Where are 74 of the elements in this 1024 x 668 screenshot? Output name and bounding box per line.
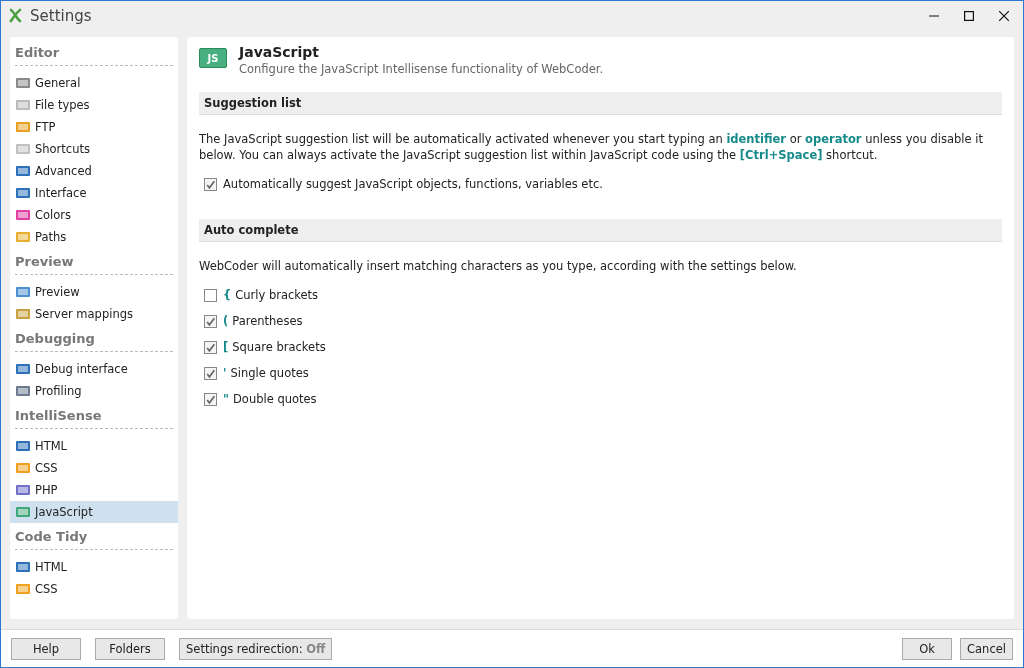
dialog-button[interactable]: Cancel: [960, 637, 1013, 660]
sidebar-item-icon: [15, 460, 31, 476]
page-subtitle: Configure the JavaScript Intellisense functionality of WebCoder.: [239, 62, 604, 76]
bracket-symbol: ": [223, 392, 229, 406]
checkbox[interactable]: [204, 366, 217, 380]
sidebar-item[interactable]: JavaScript: [10, 501, 178, 523]
footer-button[interactable]: Help: [11, 637, 81, 660]
checkbox-label: Automatically suggest JavaScript objects, functions, variables etc.: [223, 177, 603, 191]
section-description: The JavaScript suggestion list will be automatically activated whenever you start typing an identifier or operator unless you disable it below. You can always activate the JavaScript suggestion list within JavaScript code using the [Ctrl+Space] shortcut.: [199, 131, 984, 163]
sidebar-item-icon: [15, 504, 31, 520]
sidebar-item-icon: [15, 163, 31, 179]
sidebar-group-title: IntelliSense: [15, 408, 173, 429]
checkbox-label: Single quotes: [230, 366, 309, 380]
sidebar-item[interactable]: File types: [10, 94, 178, 116]
sidebar-item[interactable]: HTML: [10, 435, 178, 457]
checkbox-label: Double quotes: [233, 392, 317, 406]
sidebar-item[interactable]: General: [10, 72, 178, 94]
sidebar-group-title: Preview: [15, 254, 173, 275]
sidebar-item-icon: [15, 75, 31, 91]
sidebar-item-icon: [15, 119, 31, 135]
dialog-button[interactable]: Ok: [902, 637, 953, 660]
sidebar-item-icon: [15, 559, 31, 575]
sidebar-item-icon: [15, 438, 31, 454]
sidebar-item-icon: [15, 284, 31, 300]
sidebar-item[interactable]: HTML: [10, 556, 178, 578]
sidebar-item[interactable]: Profiling: [10, 380, 178, 402]
sidebar-item[interactable]: Server mappings: [10, 303, 178, 325]
checkbox[interactable]: [204, 392, 217, 406]
close-icon[interactable]: [999, 10, 1009, 21]
sidebar-item[interactable]: CSS: [10, 457, 178, 479]
sidebar-item[interactable]: Colors: [10, 204, 178, 226]
checkbox[interactable]: [204, 340, 217, 354]
footer-button[interactable]: Settings redirection: Off: [179, 637, 333, 660]
sidebar-item-icon: [15, 482, 31, 498]
checkbox-label: Parentheses: [232, 314, 303, 328]
window-title: Settings: [30, 6, 92, 25]
app-logo-icon: [7, 7, 24, 24]
sidebar-item[interactable]: Advanced: [10, 160, 178, 182]
bracket-symbol: {: [223, 288, 232, 302]
sidebar-item-icon: [15, 97, 31, 113]
section-header: Auto complete: [199, 219, 1002, 242]
sidebar-item[interactable]: Debug interface: [10, 358, 178, 380]
sidebar-item[interactable]: PHP: [10, 479, 178, 501]
sidebar-item-icon: [15, 581, 31, 597]
sidebar-item[interactable]: CSS: [10, 578, 178, 600]
sidebar-group-title: Debugging: [15, 331, 173, 352]
sidebar-item[interactable]: Shortcuts: [10, 138, 178, 160]
checkbox-label: Square brackets: [232, 340, 326, 354]
sidebar-item-icon: [15, 185, 31, 201]
sidebar-item[interactable]: Paths: [10, 226, 178, 248]
sidebar-item-icon: [15, 383, 31, 399]
checkbox[interactable]: [204, 314, 217, 328]
sidebar-item-icon: [15, 141, 31, 157]
sidebar-item-icon: [15, 361, 31, 377]
sidebar-item-icon: [15, 306, 31, 322]
page-title: JavaScript: [239, 44, 321, 60]
section-description: WebCoder will automatically insert matching characters as you type, according with the settings below.: [199, 258, 798, 274]
checkbox[interactable]: [204, 177, 217, 191]
sidebar-item-icon: [15, 229, 31, 245]
bracket-symbol: [: [223, 340, 229, 354]
sidebar-group-title: Code Tidy: [15, 529, 173, 550]
maximize-icon[interactable]: [964, 10, 974, 21]
bracket-symbol: (: [223, 314, 229, 328]
section-header: Suggestion list: [199, 92, 1002, 115]
checkbox[interactable]: [204, 288, 217, 302]
sidebar-item-icon: [15, 207, 31, 223]
sidebar-item[interactable]: FTP: [10, 116, 178, 138]
javascript-badge-icon: JS: [199, 48, 227, 68]
checkbox-label: Curly brackets: [235, 288, 319, 302]
sidebar-item[interactable]: Preview: [10, 281, 178, 303]
sidebar-group-title: Editor: [15, 45, 173, 66]
footer-button[interactable]: Folders: [95, 637, 165, 660]
bracket-symbol: ': [223, 366, 227, 380]
sidebar-item[interactable]: Interface: [10, 182, 178, 204]
